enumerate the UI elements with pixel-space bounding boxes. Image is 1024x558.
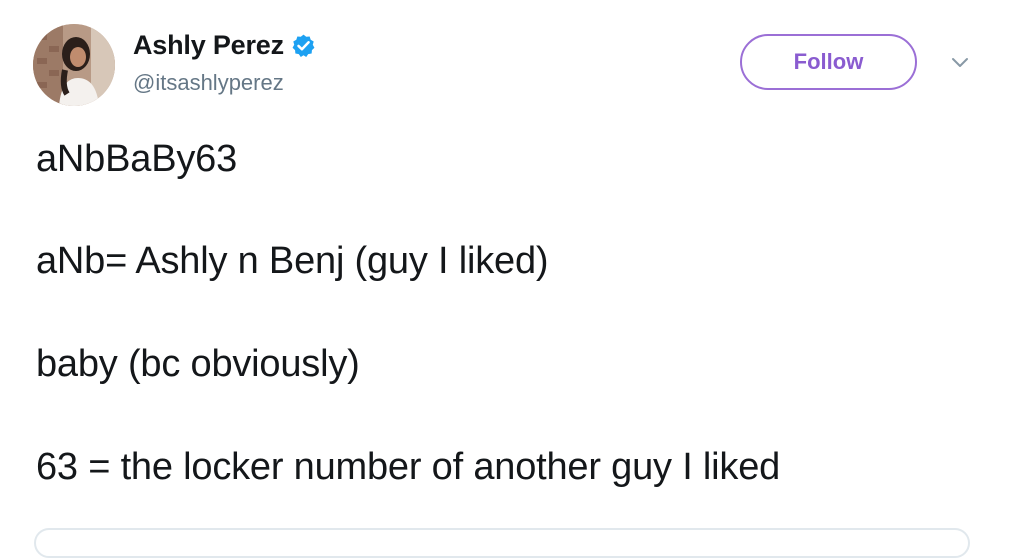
follow-button[interactable]: Follow: [740, 34, 917, 90]
link-card-preview[interactable]: [34, 528, 970, 558]
tweet-text-line: 63 = the locker number of another guy I …: [36, 446, 781, 488]
verified-badge-icon: [291, 33, 316, 58]
tweet-text-line: aNbBaBy63: [36, 138, 238, 180]
tweet-text-line: baby (bc obviously): [36, 343, 360, 385]
chevron-down-icon[interactable]: [948, 54, 972, 72]
author-handle[interactable]: @itsashlyperez: [133, 70, 284, 96]
avatar[interactable]: [33, 24, 115, 106]
tweet-text-line: aNb= Ashly n Benj (guy I liked): [36, 240, 549, 282]
author-name[interactable]: Ashly Perez: [133, 30, 284, 61]
tweet-card: Ashly Perez @itsashlyperez Follow aNbBaB…: [0, 0, 1024, 558]
author-row: Ashly Perez: [133, 28, 316, 62]
